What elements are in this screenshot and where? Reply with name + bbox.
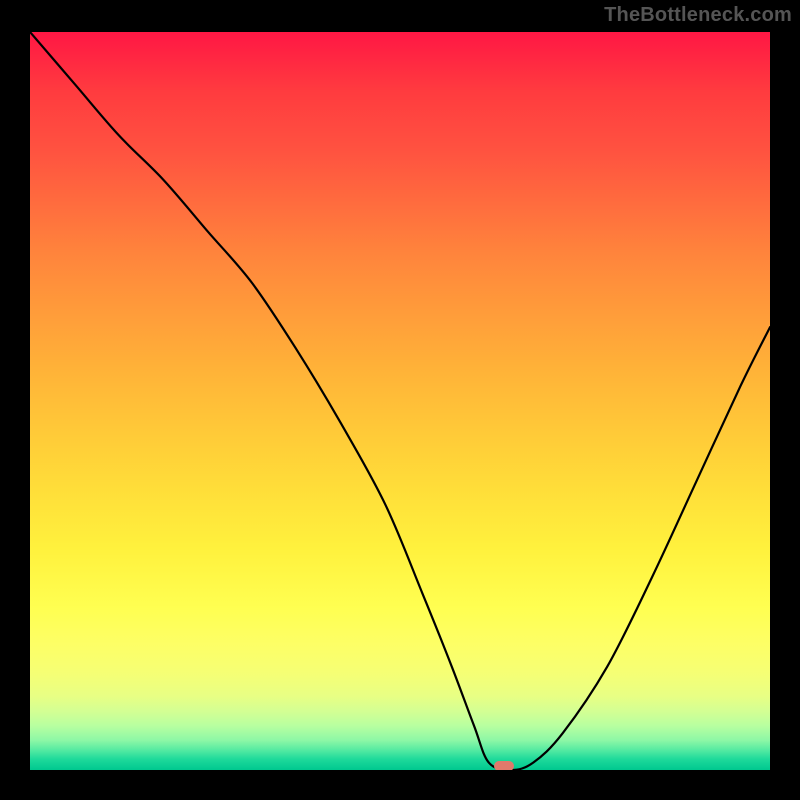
optimal-point-marker [494, 761, 514, 770]
plot-area [30, 32, 770, 770]
chart-frame: TheBottleneck.com [0, 0, 800, 800]
curve-path [30, 32, 770, 770]
bottleneck-curve [30, 32, 770, 770]
watermark-text: TheBottleneck.com [604, 4, 792, 27]
